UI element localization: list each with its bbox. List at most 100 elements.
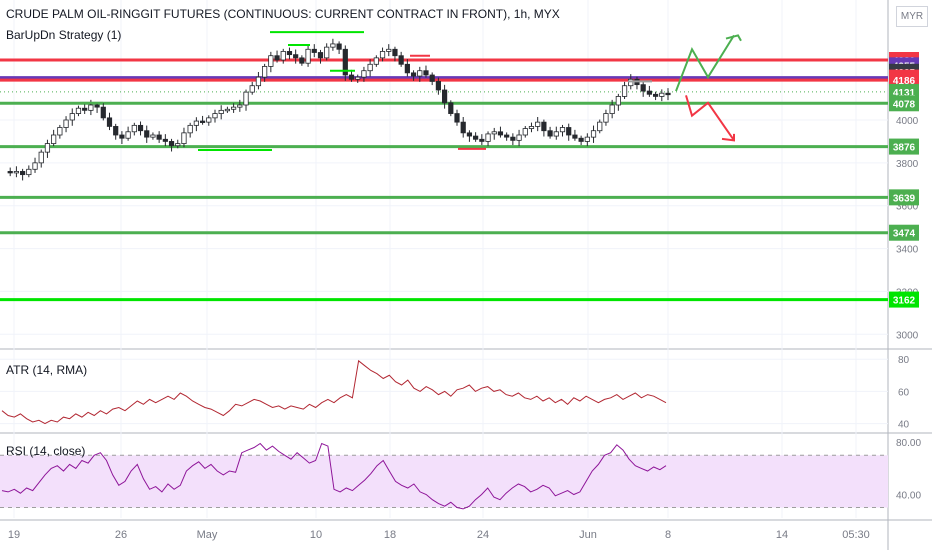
- candle-body: [572, 134, 578, 139]
- candle-body: [57, 127, 63, 136]
- candle-body: [187, 124, 193, 134]
- candle-body: [435, 81, 441, 91]
- candle-body: [125, 131, 131, 139]
- candle-body: [367, 63, 373, 72]
- candle-body: [603, 113, 609, 123]
- candle-body: [311, 48, 317, 53]
- atr-tick-label: 40: [898, 420, 910, 431]
- candle-body: [497, 131, 504, 136]
- time-tick-label: 05:30: [842, 529, 870, 541]
- candle-body: [150, 134, 156, 138]
- candle-body: [429, 74, 435, 82]
- candle-body: [479, 138, 485, 142]
- candle-body: [665, 92, 671, 96]
- candle-body: [286, 51, 293, 56]
- candle-body: [317, 52, 324, 59]
- candle-body: [491, 131, 497, 135]
- candle-body: [379, 51, 386, 59]
- atr-tick-label: 80: [898, 355, 910, 366]
- candle-body: [218, 109, 224, 114]
- price-tick-label: 4000: [896, 116, 919, 127]
- candle-body: [181, 132, 187, 144]
- candle-body: [268, 55, 274, 67]
- chart-stage: 30003200340036003800400080604080.0040.00…: [0, 0, 932, 550]
- candle-body: [553, 131, 559, 137]
- candle-body: [7, 171, 13, 174]
- candle-body: [20, 171, 26, 176]
- candle-body: [348, 74, 355, 80]
- time-tick-label: Jun: [579, 529, 597, 541]
- candle-body: [131, 124, 137, 133]
- candle-body: [448, 102, 454, 114]
- time-tick-label: 24: [477, 529, 489, 541]
- bullish-projection-arrow: [675, 34, 735, 92]
- candle-body: [94, 104, 100, 108]
- candle-body: [63, 119, 69, 128]
- candle-body: [82, 107, 88, 111]
- rsi-tick-label: 40.00: [896, 490, 921, 501]
- candle-body: [473, 135, 479, 140]
- candle-body: [144, 130, 150, 138]
- candle-body: [559, 127, 566, 133]
- time-tick-label: 19: [8, 529, 20, 541]
- candle-body: [628, 78, 634, 87]
- currency-button[interactable]: MYR: [896, 6, 928, 27]
- candle-body: [51, 134, 57, 144]
- candle-body: [609, 104, 615, 114]
- price-tick-label: 3400: [896, 245, 919, 256]
- time-axis: 19 26 May 10 18 24 Jun 8 14 05:30: [8, 529, 870, 541]
- candle-body: [615, 96, 621, 106]
- candle-body: [541, 121, 547, 132]
- candle-body: [13, 171, 20, 174]
- time-tick-label: 8: [665, 529, 671, 541]
- candle-body: [460, 121, 466, 134]
- candle-body: [584, 136, 590, 142]
- candle-body: [355, 76, 361, 80]
- candle-body: [510, 136, 516, 141]
- atr-line: [1, 359, 667, 425]
- price-level-value: 4078: [893, 99, 916, 110]
- candle-body: [485, 133, 491, 142]
- chart-canvas[interactable]: 30003200340036003800400080604080.0040.00…: [0, 0, 932, 550]
- candle-body: [224, 108, 231, 112]
- candle-body: [255, 76, 262, 87]
- candle-body: [293, 54, 299, 59]
- candle-body: [249, 85, 255, 93]
- candle-body: [590, 130, 597, 138]
- atr-label[interactable]: ATR (14, RMA): [6, 363, 87, 377]
- price-axis: 30003200340036003800400080604080.0040.00: [896, 116, 921, 501]
- candle-body: [528, 126, 535, 129]
- candle-body: [32, 162, 38, 170]
- candle-body: [373, 57, 379, 65]
- strategy-label[interactable]: BarUpDn Strategy (1): [6, 28, 121, 42]
- candle-body: [597, 121, 603, 132]
- candle-body: [659, 92, 665, 97]
- time-tick-label: 10: [310, 529, 322, 541]
- candle-body: [137, 124, 144, 132]
- candle-body: [212, 113, 218, 119]
- atr-tick-label: 60: [898, 387, 910, 398]
- candle-body: [652, 93, 659, 97]
- candle-body: [119, 134, 125, 139]
- candle-body: [88, 104, 94, 111]
- time-tick-label: 14: [776, 529, 788, 541]
- candle-body: [410, 72, 417, 77]
- candle-body: [305, 48, 311, 64]
- candle-body: [280, 51, 286, 61]
- candle-body: [578, 137, 584, 142]
- candle-body: [69, 113, 75, 121]
- candle-body: [466, 132, 473, 137]
- candle-body: [106, 117, 113, 127]
- time-tick-label: 18: [384, 529, 396, 541]
- candle-body: [361, 70, 367, 78]
- time-tick-label: May: [197, 529, 218, 541]
- candle-body: [640, 84, 646, 92]
- price-candles: [7, 31, 671, 181]
- rsi-tick-label: 80.00: [896, 438, 921, 449]
- price-tick-label: 3800: [896, 159, 919, 170]
- candle-body: [504, 134, 510, 138]
- candle-body: [621, 85, 628, 97]
- candle-body: [199, 120, 206, 123]
- candle-body: [175, 143, 181, 147]
- rsi-label[interactable]: RSI (14, close): [6, 444, 85, 458]
